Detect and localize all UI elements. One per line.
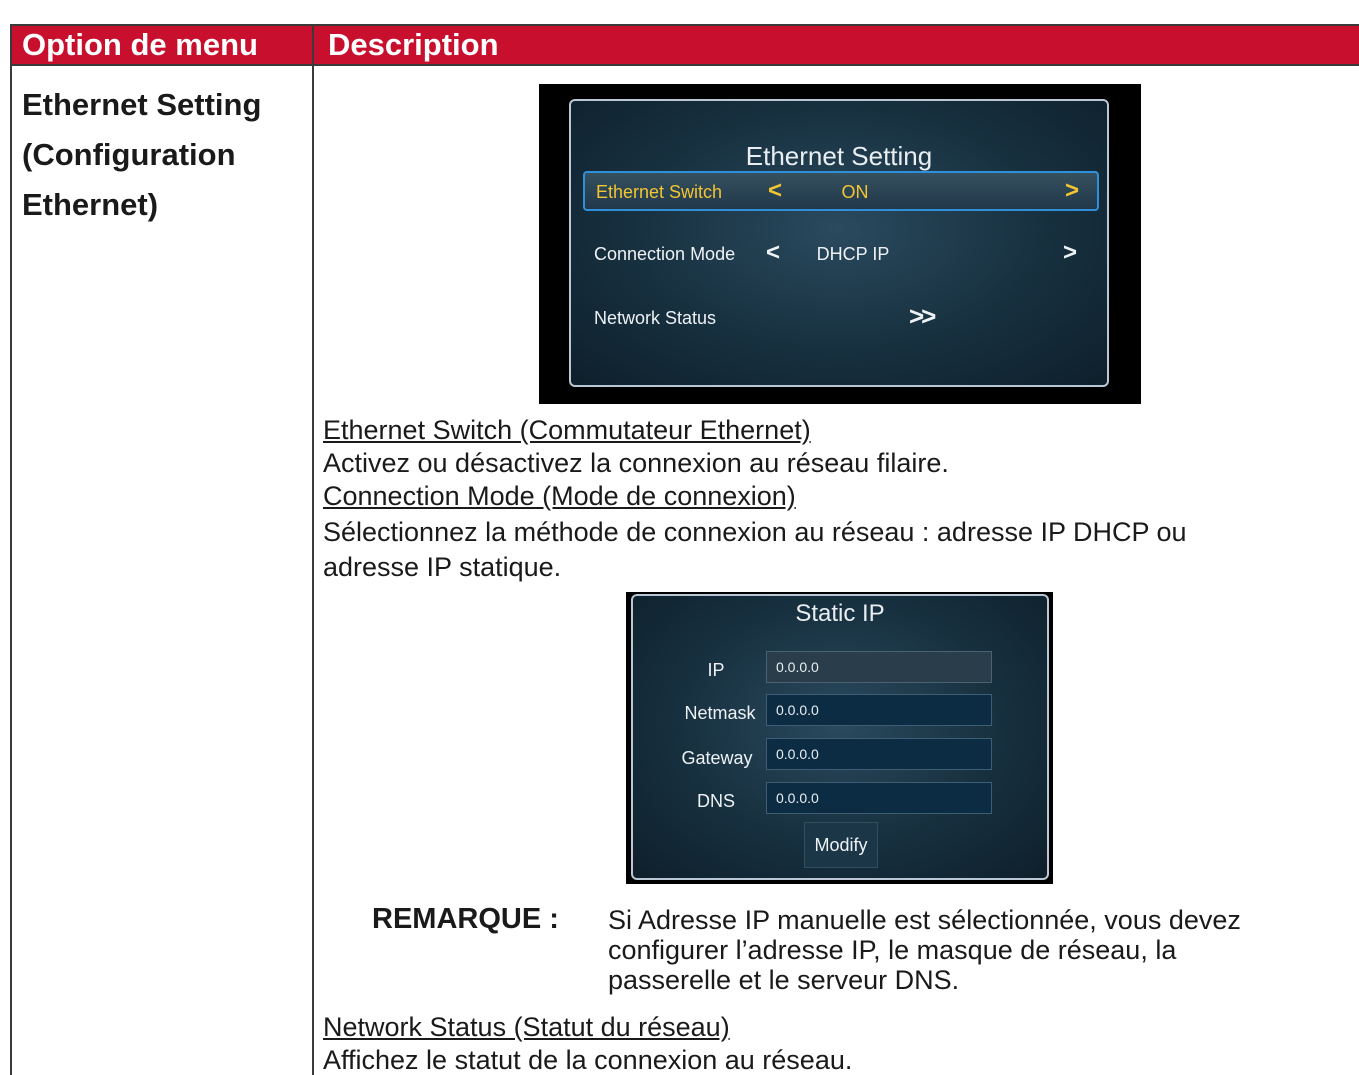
netmask-label: Netmask xyxy=(684,703,756,723)
ethernet-switch-text: Activez ou désactivez la connexion au ré… xyxy=(323,448,949,478)
osd-row-label: Connection Mode xyxy=(594,244,736,264)
column-divider xyxy=(312,24,314,1075)
menu-option-line-3: Ethernet) xyxy=(22,187,159,222)
table-header: Option de menu Description xyxy=(12,24,1359,66)
chevron-right-icon[interactable]: > xyxy=(1065,177,1079,205)
connection-mode-text-1: Sélectionnez la méthode de connexion au … xyxy=(323,517,1187,547)
network-status-heading: Network Status (Statut du réseau) xyxy=(323,1012,730,1042)
gateway-field[interactable]: 0.0.0.0 xyxy=(766,738,992,770)
modify-button[interactable]: Modify xyxy=(804,822,878,868)
osd-row-value: ON xyxy=(841,182,869,202)
network-status-text: Affichez le statut de la connexion au ré… xyxy=(323,1045,853,1075)
osd-row-label: Ethernet Switch xyxy=(596,182,723,202)
osd-panel: Ethernet Setting Ethernet Switch < ON > … xyxy=(569,99,1109,387)
osd-title: Static IP xyxy=(795,600,885,627)
chevron-left-icon[interactable]: < xyxy=(766,239,780,267)
dns-label: DNS xyxy=(696,791,735,811)
osd-row-label: Network Status xyxy=(594,308,717,328)
dns-field[interactable]: 0.0.0.0 xyxy=(766,782,992,814)
note-label: REMARQUE : xyxy=(372,903,559,935)
double-chevron-right-icon[interactable]: >> xyxy=(909,301,936,332)
chevron-left-icon[interactable]: < xyxy=(768,177,782,205)
ethernet-switch-heading: Ethernet Switch (Commutateur Ethernet) xyxy=(323,415,811,445)
chevron-right-icon[interactable]: > xyxy=(1063,239,1077,267)
ip-label: IP xyxy=(707,660,725,680)
header-description: Description xyxy=(328,27,499,62)
menu-option-line-2: (Configuration xyxy=(22,137,236,172)
osd-row-ethernet-switch[interactable]: Ethernet Switch < ON > xyxy=(583,171,1099,211)
note-text: Si Adresse IP manuelle est sélectionnée,… xyxy=(608,905,1241,995)
ethernet-setting-screenshot: Ethernet Setting Ethernet Switch < ON > … xyxy=(539,84,1141,404)
osd-title: Ethernet Setting xyxy=(745,141,933,171)
note-line-3: passerelle et le serveur DNS. xyxy=(608,965,960,995)
note-line-2: configurer l’adresse IP, le masque de ré… xyxy=(608,935,1177,965)
netmask-field[interactable]: 0.0.0.0 xyxy=(766,694,992,726)
gateway-label: Gateway xyxy=(681,748,753,768)
connection-mode-text-2: adresse IP statique. xyxy=(323,552,562,582)
osd-panel: Static IP IP 0.0.0.0 Netmask 0.0.0.0 Gat… xyxy=(631,594,1049,880)
osd-row-network-status[interactable]: Network Status >> xyxy=(583,299,1099,339)
menu-option-line-1: Ethernet Setting xyxy=(22,87,262,122)
static-ip-screenshot: Static IP IP 0.0.0.0 Netmask 0.0.0.0 Gat… xyxy=(626,592,1053,884)
osd-row-value: DHCP IP xyxy=(816,244,890,264)
menu-option-ethernet-setting: Ethernet Setting (Configuration Ethernet… xyxy=(22,80,302,230)
connection-mode-heading: Connection Mode (Mode de connexion) xyxy=(323,481,796,511)
note-line-1: Si Adresse IP manuelle est sélectionnée,… xyxy=(608,905,1241,935)
header-option-de-menu: Option de menu xyxy=(22,27,258,62)
ip-field[interactable]: 0.0.0.0 xyxy=(766,651,992,683)
osd-row-connection-mode[interactable]: Connection Mode < DHCP IP > xyxy=(583,235,1099,275)
